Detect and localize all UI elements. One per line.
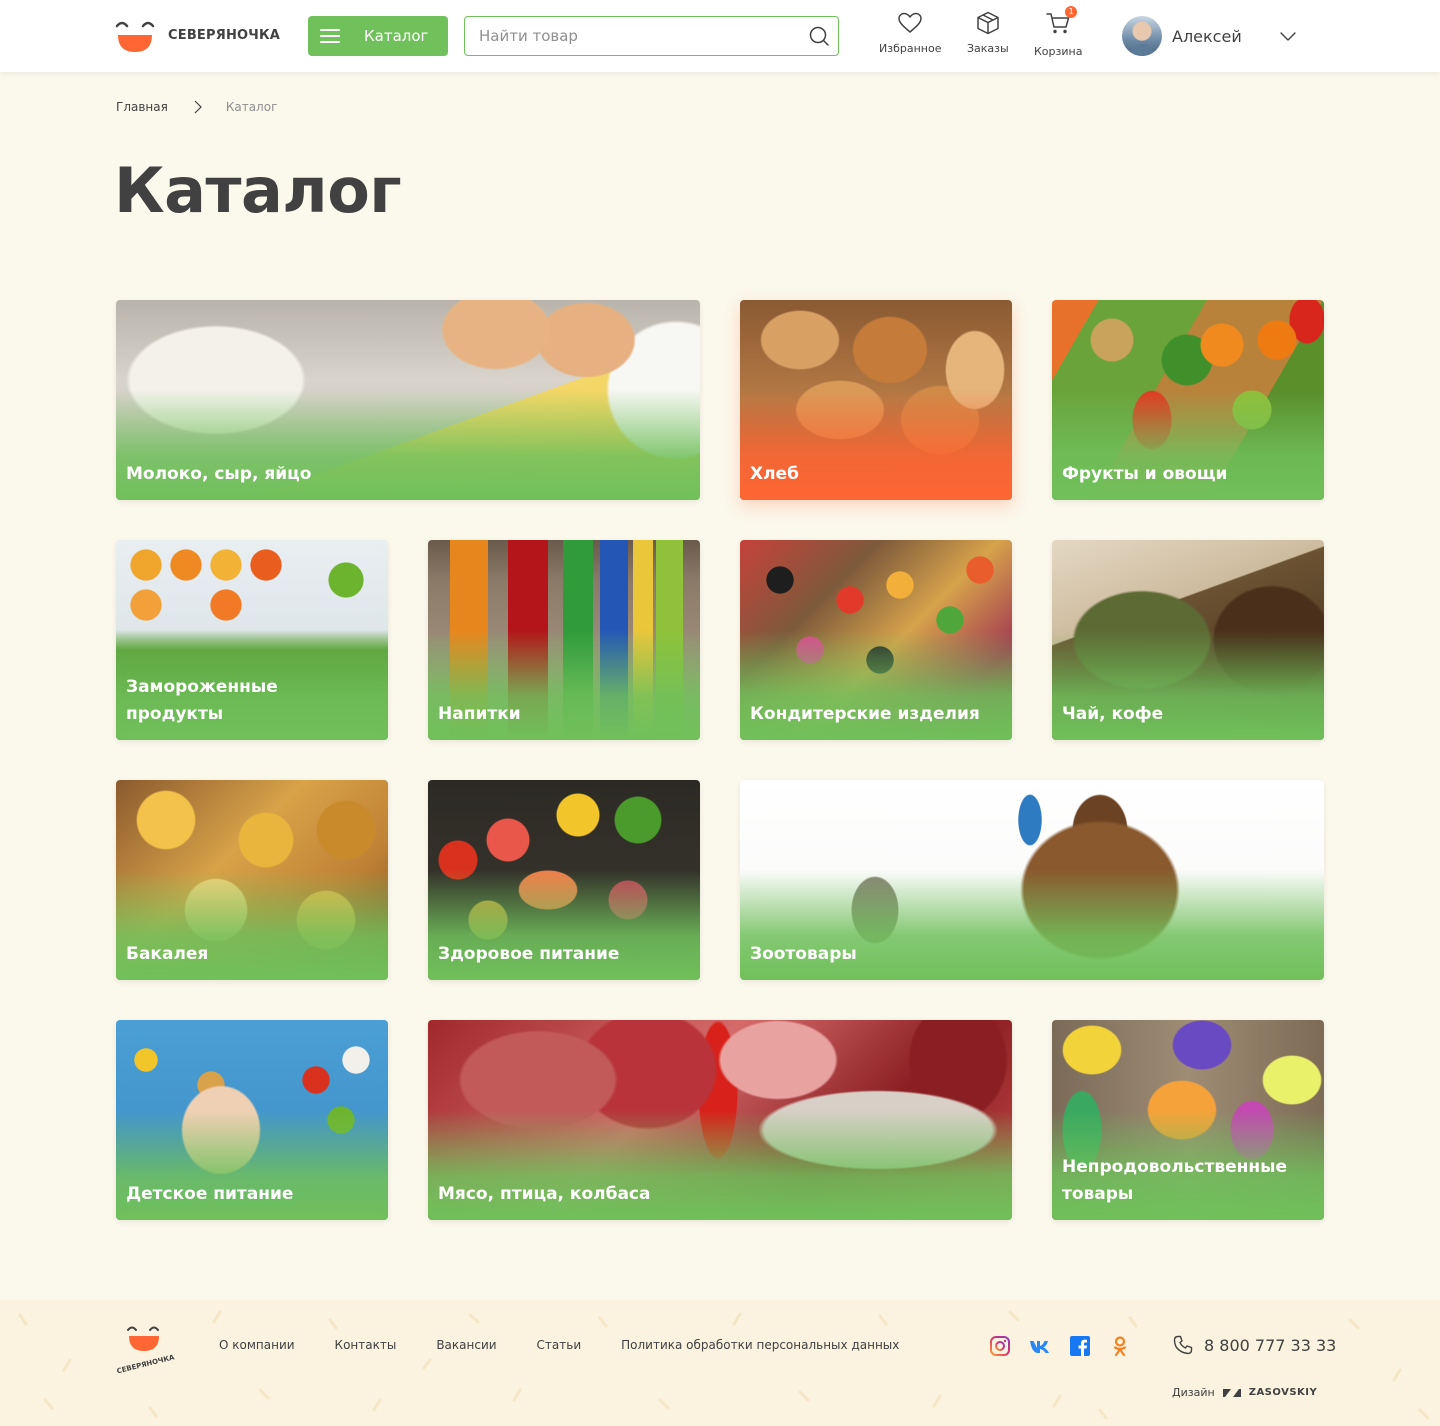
- footer-link-privacy[interactable]: Политика обработки персональных данных: [621, 1338, 899, 1352]
- category-label: Бакалея: [126, 944, 209, 964]
- breadcrumb: Главная Каталог: [116, 100, 277, 114]
- category-card-tea-coffee[interactable]: Чай, кофе: [1052, 540, 1324, 740]
- logo-smile-icon: [115, 21, 155, 52]
- breadcrumb-home[interactable]: Главная: [116, 100, 168, 114]
- category-card-drinks[interactable]: Напитки: [428, 540, 700, 740]
- avatar: [1122, 16, 1162, 56]
- chevron-down-icon[interactable]: [1278, 26, 1298, 46]
- category-label: Непродовольственные товары: [1062, 1157, 1288, 1204]
- design-studio: ZASOVSKIY: [1248, 1387, 1318, 1398]
- orders-link[interactable]: Заказы: [967, 10, 1009, 55]
- footer-link-vacancies[interactable]: Вакансии: [436, 1338, 496, 1352]
- catalog-button[interactable]: Каталог: [308, 16, 448, 56]
- category-card-groceries[interactable]: Бакалея: [116, 780, 388, 980]
- category-label: Фрукты и овощи: [1062, 464, 1228, 484]
- category-label: Напитки: [438, 704, 521, 724]
- category-card-bread[interactable]: Хлеб: [740, 300, 1012, 500]
- phone-number: 8 800 777 33 33: [1204, 1335, 1337, 1355]
- footer-links: О компании Контакты Вакансии Статьи Поли…: [219, 1338, 939, 1352]
- design-credit[interactable]: Дизайн ZASOVSKIY: [1172, 1386, 1317, 1399]
- site-header: СЕВЕРЯНОЧКА Каталог Избранное Заказы: [0, 0, 1440, 72]
- catalog-button-label: Каталог: [364, 27, 429, 45]
- user-name: Алексей: [1172, 26, 1242, 46]
- footer-link-articles[interactable]: Статьи: [537, 1338, 582, 1352]
- zasovskiy-logo-icon: [1222, 1388, 1241, 1397]
- breadcrumb-current: Каталог: [225, 100, 278, 114]
- category-card-healthy[interactable]: Здоровое питание: [428, 780, 700, 980]
- favorites-link[interactable]: Избранное: [879, 10, 941, 55]
- category-card-pets[interactable]: Зоотовары: [740, 780, 1324, 980]
- site-footer: СЕВЕРЯНОЧКА О компании Контакты Вакансии…: [0, 1300, 1440, 1426]
- search-input[interactable]: [479, 26, 799, 46]
- phone-icon: [1173, 1335, 1193, 1355]
- heart-icon: [898, 12, 922, 33]
- favorites-label: Избранное: [879, 42, 942, 55]
- odnoklassniki-icon[interactable]: [1109, 1335, 1131, 1357]
- logo[interactable]: СЕВЕРЯНОЧКА: [114, 16, 280, 54]
- user-menu[interactable]: Алексей: [1122, 16, 1242, 56]
- cart-label: Корзина: [1034, 45, 1083, 58]
- footer-pattern: [18, 1310, 1430, 1420]
- category-card-dairy[interactable]: Молоко, сыр, яйцо: [116, 300, 700, 500]
- category-card-non-food[interactable]: Непродовольственные товары: [1052, 1020, 1324, 1220]
- category-label: Кондитерские изделия: [750, 704, 980, 724]
- menu-icon: [320, 29, 340, 43]
- facebook-icon[interactable]: [1069, 1335, 1091, 1357]
- cart-link[interactable]: 1 Корзина: [1034, 6, 1083, 58]
- category-label: Мясо, птица, колбаса: [438, 1184, 651, 1204]
- category-card-baby-food[interactable]: Детское питание: [116, 1020, 388, 1220]
- category-card-fruits[interactable]: Фрукты и овощи: [1052, 300, 1324, 500]
- category-label: Чай, кофе: [1062, 704, 1164, 724]
- brand-name: СЕВЕРЯНОЧКА: [168, 27, 281, 43]
- category-card-sweets[interactable]: Кондитерские изделия: [740, 540, 1012, 740]
- orders-label: Заказы: [967, 42, 1009, 55]
- category-label: Здоровое питание: [438, 944, 620, 964]
- footer-logo[interactable]: СЕВЕРЯНОЧКА: [112, 1320, 182, 1374]
- box-icon: [977, 11, 999, 35]
- category-card-frozen[interactable]: Замороженные продукты: [116, 540, 388, 740]
- design-label: Дизайн: [1172, 1386, 1215, 1399]
- cart-count-badge: 1: [1065, 6, 1078, 18]
- footer-link-about[interactable]: О компании: [219, 1338, 295, 1352]
- instagram-icon[interactable]: [989, 1335, 1011, 1357]
- category-label: Молоко, сыр, яйцо: [126, 464, 312, 484]
- footer-phone[interactable]: 8 800 777 33 33: [1172, 1334, 1336, 1356]
- search-box: [464, 16, 839, 56]
- chevron-right-icon: [194, 100, 202, 114]
- category-label: Зоотовары: [750, 944, 857, 964]
- footer-link-contacts[interactable]: Контакты: [335, 1338, 397, 1352]
- footer-brand: СЕВЕРЯНОЧКА: [116, 1353, 176, 1374]
- search-icon[interactable]: [808, 25, 830, 47]
- category-label: Хлеб: [750, 464, 799, 484]
- category-label: Замороженные продукты: [126, 677, 278, 724]
- page-title: Каталог: [114, 154, 402, 227]
- category-label: Детское питание: [126, 1184, 294, 1204]
- vk-icon[interactable]: [1029, 1335, 1051, 1357]
- category-card-meat[interactable]: Мясо, птица, колбаса: [428, 1020, 1012, 1220]
